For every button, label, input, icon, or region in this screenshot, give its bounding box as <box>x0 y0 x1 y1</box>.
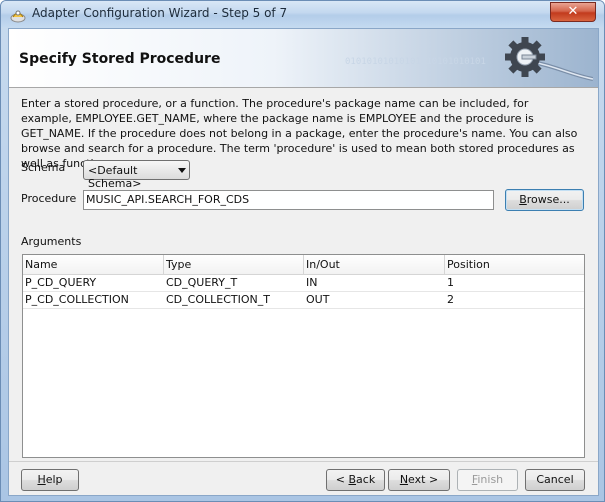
title-bar[interactable]: Adapter Configuration Wizard - Step 5 of… <box>1 1 604 27</box>
next-button[interactable]: Next > <box>388 469 450 491</box>
cell-type: CD_COLLECTION_T <box>166 293 270 306</box>
back-label-post: ack <box>356 473 376 486</box>
table-header: Name Type In/Out Position <box>23 255 584 275</box>
back-label-pre: < <box>335 473 349 486</box>
cell-name: P_CD_COLLECTION <box>25 293 129 306</box>
schema-dropdown[interactable]: <Default Schema> <box>83 160 190 190</box>
arguments-table[interactable]: Name Type In/Out Position P_CD_QUERY CD_… <box>22 254 585 458</box>
page-title: Specify Stored Procedure <box>19 51 221 67</box>
gear-plug-icon <box>505 37 593 81</box>
procedure-label: Procedure <box>21 192 77 205</box>
finish-button[interactable]: Finish <box>457 469 518 491</box>
binary-decoration: 01010101010101010101010101 <box>345 57 486 67</box>
adapter-app-icon <box>10 10 26 23</box>
cell-inout: OUT <box>306 293 330 306</box>
table-row[interactable]: P_CD_QUERY CD_QUERY_T IN 1 <box>23 275 584 292</box>
browse-mnemonic: B <box>519 193 527 206</box>
procedure-input[interactable]: MUSIC_API.SEARCH_FOR_CDS <box>83 190 494 210</box>
cell-inout: IN <box>306 276 318 289</box>
close-icon: ✕ <box>567 4 579 19</box>
next-label-post: ext > <box>408 473 439 486</box>
column-header-inout[interactable]: In/Out <box>304 255 445 274</box>
column-header-name[interactable]: Name <box>23 255 164 274</box>
arguments-label: Arguments <box>21 235 82 248</box>
cell-name: P_CD_QUERY <box>25 276 97 289</box>
table-row[interactable]: P_CD_COLLECTION CD_COLLECTION_T OUT 2 <box>23 292 584 309</box>
wizard-window: Adapter Configuration Wizard - Step 5 of… <box>0 0 605 502</box>
help-label-post: elp <box>45 473 63 486</box>
schema-selected-value: <Default Schema> <box>88 164 142 190</box>
close-button[interactable]: ✕ <box>550 2 596 22</box>
help-mnemonic: H <box>37 473 46 486</box>
column-header-position[interactable]: Position <box>445 255 584 274</box>
cell-position: 1 <box>447 276 454 289</box>
next-mnemonic: N <box>399 473 409 486</box>
cell-type: CD_QUERY_T <box>166 276 238 289</box>
column-header-type[interactable]: Type <box>164 255 304 274</box>
window-title: Adapter Configuration Wizard - Step 5 of… <box>32 6 288 20</box>
browse-label-post: rowse... <box>526 193 570 206</box>
back-button[interactable]: < Back <box>326 469 385 491</box>
browse-button[interactable]: Browse... <box>505 189 584 211</box>
cancel-button[interactable]: Cancel <box>525 469 585 491</box>
wizard-header: Specify Stored Procedure 010101010101010… <box>9 29 598 88</box>
finish-label-post: inish <box>477 473 504 486</box>
cell-position: 2 <box>447 293 454 306</box>
footer-divider <box>9 461 598 462</box>
schema-label: Schema <box>21 161 66 174</box>
wizard-body: Specify Stored Procedure 010101010101010… <box>8 28 599 496</box>
back-mnemonic: B <box>348 473 357 486</box>
chevron-down-icon <box>178 168 186 173</box>
help-button[interactable]: Help <box>21 469 79 491</box>
